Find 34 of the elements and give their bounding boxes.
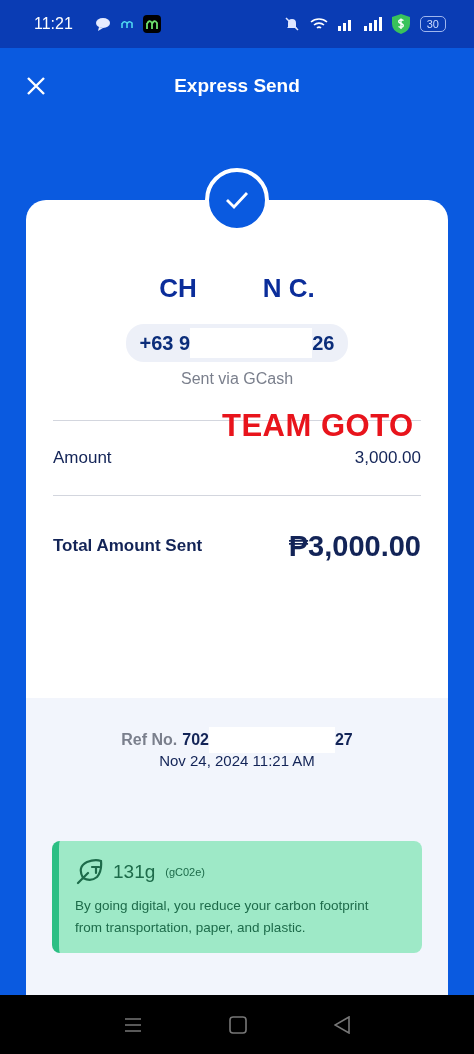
checkmark-icon [225, 191, 249, 209]
reference-number: 27 [334, 731, 353, 749]
overlay-label: TEAM GOTO [222, 408, 414, 444]
chat-icon [94, 17, 111, 31]
recipient-name: CH [159, 272, 197, 304]
battery-level: 30 [419, 16, 446, 32]
signal-icon [337, 17, 354, 31]
app-icon [142, 15, 161, 33]
phone-number: 26 [312, 331, 335, 355]
menu-icon[interactable] [123, 1016, 142, 1033]
wifi-icon [309, 17, 328, 31]
status-time: 11:21 [34, 15, 73, 33]
home-icon[interactable] [229, 1015, 247, 1034]
reference-number: 702 [182, 731, 209, 749]
screen-title: Express Send [174, 75, 300, 97]
carbon-message: By going digital, you reduce your carbon footprint from transportation, paper, and plastic. [75, 897, 370, 937]
signal-icon [363, 17, 382, 31]
sent-via-label: Sent via GCash [180, 370, 294, 388]
back-icon[interactable] [334, 1015, 351, 1034]
phone-number: +63 9 [139, 331, 191, 355]
carbon-amount: 131g [113, 861, 156, 883]
row-label: Amount [53, 448, 112, 468]
transaction-date: Nov 24, 2024 11:21 AM [159, 752, 315, 769]
row-value: 3,000.00 [354, 448, 421, 468]
app-icon [120, 19, 133, 29]
row-value: ₱3,000.00 [288, 529, 421, 563]
reference-label: Ref No. [121, 731, 178, 749]
muted-bell-icon [283, 16, 300, 32]
shield-icon [391, 14, 410, 34]
row-label: Total Amount Sent [53, 536, 203, 556]
close-icon [26, 76, 46, 96]
recipient-name: N C. [262, 272, 315, 304]
carbon-unit: (gC02e) [165, 866, 206, 878]
leaf-icon [75, 859, 103, 885]
